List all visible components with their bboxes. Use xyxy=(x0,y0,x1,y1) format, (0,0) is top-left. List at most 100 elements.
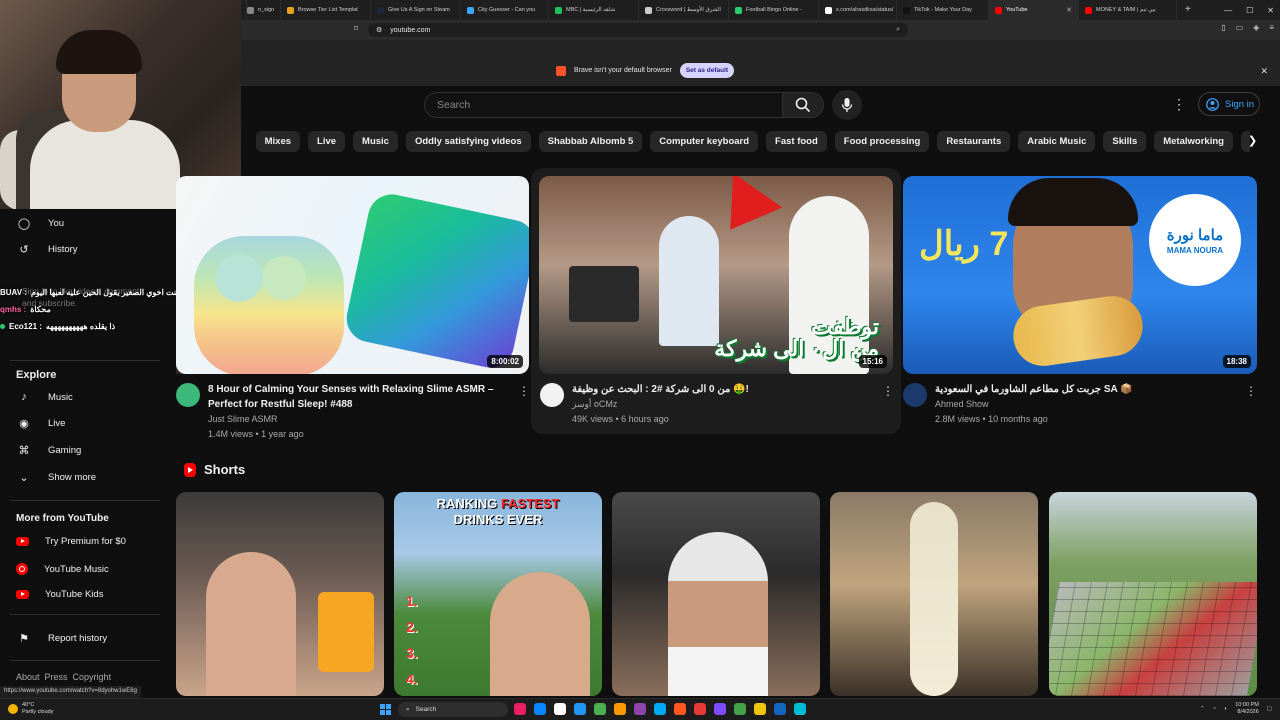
channel-name[interactable]: أوسز oCMz xyxy=(572,397,617,412)
footer-link-about[interactable]: About xyxy=(16,672,40,682)
pinned-app-icon[interactable] xyxy=(714,703,726,715)
sidebar-item-show-more[interactable]: ⌄ Show more xyxy=(16,471,96,484)
sidebar-icon[interactable]: ▯ xyxy=(1221,23,1225,32)
volume-icon[interactable]: ◖ xyxy=(1224,706,1227,712)
notifications-icon[interactable]: ▢ xyxy=(1267,706,1272,712)
chip-6[interactable]: Computer keyboard xyxy=(650,131,759,152)
sidebar-item-history[interactable]: ↺ History xyxy=(16,243,77,256)
pinned-app-icon[interactable] xyxy=(794,703,806,715)
site-info-icon[interactable]: ⚙ xyxy=(376,26,382,34)
new-tab-button[interactable]: + xyxy=(1177,0,1199,20)
sign-in-label[interactable]: Sign in xyxy=(1225,99,1254,110)
pinned-app-icon[interactable] xyxy=(754,703,766,715)
video-thumbnail-1[interactable]: 8:00:02 xyxy=(176,176,529,374)
pinned-app-icon[interactable] xyxy=(674,703,686,715)
maximize-icon[interactable]: ☐ xyxy=(1246,6,1253,15)
browser-tab[interactable]: YouTube ✕ xyxy=(989,0,1079,20)
browser-tab[interactable]: x.com/alrasdksa/status/ xyxy=(819,0,897,20)
channel-avatar[interactable] xyxy=(540,383,564,407)
channel-name[interactable]: Ahmed Show xyxy=(935,397,989,412)
pinned-app-icon[interactable] xyxy=(574,703,586,715)
chips-next-icon[interactable]: ❯ xyxy=(1248,134,1257,147)
pinned-app-icon[interactable] xyxy=(594,703,606,715)
video-title[interactable]: 8 Hour of Calming Your Senses with Relax… xyxy=(208,382,508,412)
footer-link-copyright[interactable]: Copyright xyxy=(73,672,112,682)
chip-3[interactable]: Music xyxy=(353,131,398,152)
short-thumbnail-3[interactable] xyxy=(612,492,820,696)
browser-tab[interactable]: Give Us A Sign on Steam xyxy=(371,0,461,20)
chip-12[interactable]: Metalworking xyxy=(1154,131,1233,152)
weather-widget[interactable]: 40°C Partly cloudy xyxy=(8,702,54,716)
pinned-app-icon[interactable] xyxy=(634,703,646,715)
bookmark-icon[interactable]: ⌑ xyxy=(354,24,358,33)
close-tab-icon[interactable]: ✕ xyxy=(1066,6,1072,14)
chip-8[interactable]: Food processing xyxy=(834,131,930,152)
voice-search-button[interactable] xyxy=(832,90,862,120)
search-input[interactable]: Search xyxy=(424,92,782,118)
minimize-icon[interactable]: — xyxy=(1224,6,1232,15)
channel-avatar[interactable] xyxy=(903,383,927,407)
sidebar-item-live[interactable]: ◉ Live xyxy=(16,417,65,430)
pinned-app-icon[interactable] xyxy=(554,703,566,715)
browser-tab[interactable]: City Guesser - Can you xyxy=(461,0,549,20)
taskbar-search[interactable]: ⌕ Search xyxy=(398,702,508,717)
pinned-app-icon[interactable] xyxy=(614,703,626,715)
shield-icon[interactable]: ◈ xyxy=(1253,23,1259,32)
wifi-icon[interactable]: ◔ xyxy=(1213,706,1216,712)
sidebar-item-you[interactable]: ◯ You xyxy=(16,217,64,230)
chip-7[interactable]: Fast food xyxy=(766,131,827,152)
browser-tab[interactable]: Crossword | الشرق الأوسط xyxy=(639,0,729,20)
video-title[interactable]: جربت كل مطاعم الشاورما في السعودية SA 📦 xyxy=(935,382,1235,397)
chip-4[interactable]: Oddly satisfying videos xyxy=(405,131,531,152)
video-menu-icon[interactable]: ⋮ xyxy=(518,384,530,398)
pinned-app-icon[interactable] xyxy=(534,703,546,715)
address-bar[interactable]: ⚙ youtube.com ⌕ xyxy=(368,23,908,37)
sidebar-item-music[interactable]: ♪ Music xyxy=(16,391,73,403)
video-title[interactable]: من 0 الى شركة #2 : البحث عن وظيفة 🤑! xyxy=(572,382,872,397)
sidebar-item-report-history[interactable]: ⚑ Report history xyxy=(16,632,107,645)
channel-name[interactable]: Just Slime ASMR xyxy=(208,412,278,427)
search-button[interactable] xyxy=(782,92,824,118)
sidebar-item-gaming[interactable]: ⌘ Gaming xyxy=(16,444,82,457)
pinned-app-icon[interactable] xyxy=(514,703,526,715)
chip-9[interactable]: Restaurants xyxy=(937,131,1011,152)
video-menu-icon[interactable]: ⋮ xyxy=(882,384,894,398)
wallet-icon[interactable]: ▭ xyxy=(1236,23,1244,32)
video-thumbnail-2[interactable]: توظفت من ال٠ الى شركة 15:16 xyxy=(539,176,893,374)
short-thumbnail-5[interactable] xyxy=(1049,492,1257,696)
short-thumbnail-1[interactable] xyxy=(176,492,384,696)
clock[interactable]: 10:00 PM 8/4/2026 xyxy=(1235,702,1259,716)
sidebar-item-youtube-kids[interactable]: YouTube Kids xyxy=(16,589,103,600)
sidebar-item-youtube-music[interactable]: YouTube Music xyxy=(16,563,109,575)
settings-kebab-icon[interactable]: ⋮ xyxy=(1172,96,1186,113)
short-thumbnail-2[interactable]: RANKING FASTEST DRINKS EVER 1. 2. 3. 4. xyxy=(394,492,602,696)
browser-tab[interactable]: MBC | شاهد الرئيسية xyxy=(549,0,639,20)
channel-avatar[interactable] xyxy=(176,383,200,407)
footer-link-press[interactable]: Press xyxy=(45,672,68,682)
video-menu-icon[interactable]: ⋮ xyxy=(1245,384,1257,398)
short-thumbnail-4[interactable] xyxy=(830,492,1038,696)
pinned-app-icon[interactable] xyxy=(694,703,706,715)
set-as-default-button[interactable]: Set as default xyxy=(679,63,735,78)
chevron-up-icon[interactable]: ⌃ xyxy=(1200,706,1205,712)
sidebar-item-premium[interactable]: Try Premium for $0 xyxy=(16,536,126,547)
browser-tab[interactable]: n_sign xyxy=(241,0,281,20)
browser-tab[interactable]: MONEY & TAIM | بين تيم xyxy=(1079,0,1177,20)
chip-1[interactable]: Mixes xyxy=(255,131,301,152)
zoom-icon[interactable]: ⌕ xyxy=(896,26,900,34)
browser-tab[interactable]: TikTok - Make Your Day xyxy=(897,0,989,20)
sign-in-button[interactable]: Sign in xyxy=(1198,92,1260,116)
close-window-icon[interactable]: ✕ xyxy=(1267,6,1274,15)
video-thumbnail-3[interactable]: 7 ريال ماما نورة MAMA NOURA 18:38 xyxy=(903,176,1257,374)
browser-tab[interactable]: Browse Tier List Templat xyxy=(281,0,371,20)
chip-10[interactable]: Arabic Music xyxy=(1018,131,1096,152)
chip-5[interactable]: Shabbab Albomb 5 xyxy=(538,131,643,152)
chip-11[interactable]: Skills xyxy=(1103,131,1147,152)
pinned-app-icon[interactable] xyxy=(654,703,666,715)
pinned-app-icon[interactable] xyxy=(734,703,746,715)
browser-tab[interactable]: Football Bingo Online - xyxy=(729,0,819,20)
pinned-app-icon[interactable] xyxy=(774,703,786,715)
start-button[interactable] xyxy=(380,704,391,715)
chip-2[interactable]: Live xyxy=(308,131,346,152)
infobar-close-icon[interactable]: ✕ xyxy=(1260,66,1268,77)
